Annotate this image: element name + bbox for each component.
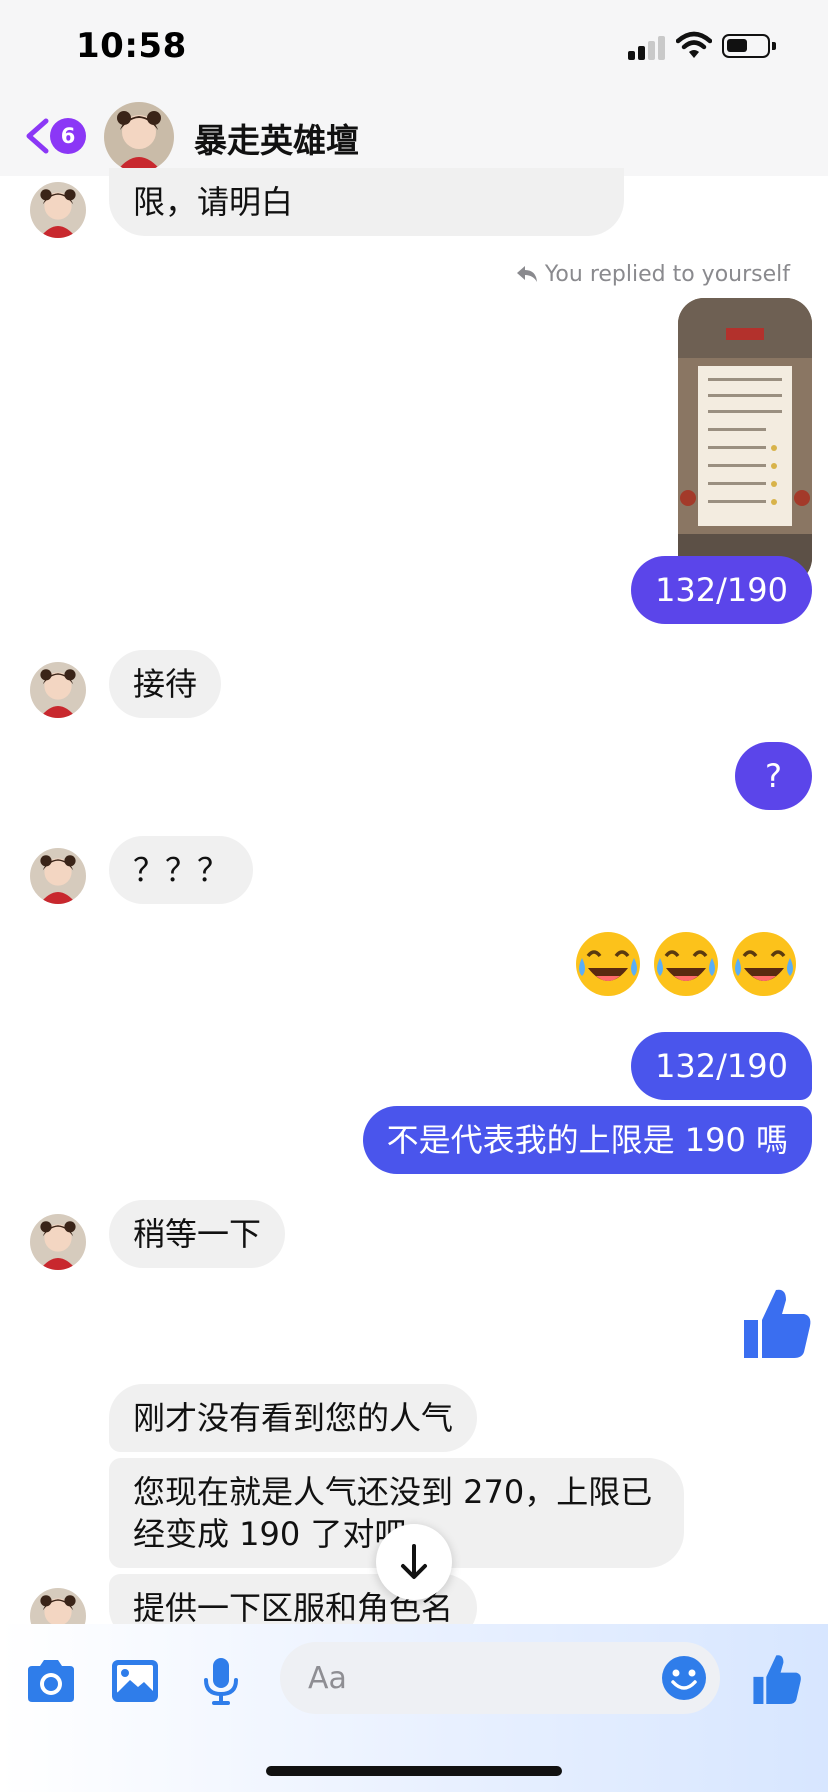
message-text: ？？？ [133,851,230,889]
battery-icon [722,34,776,58]
avatar [30,662,86,718]
laughing-crying-emoji-icon [654,932,718,996]
reply-indicator: You replied to yourself [515,262,790,287]
incoming-message[interactable]: 稍等一下 [109,1200,286,1268]
incoming-message[interactable]: ？？？ [109,836,254,904]
thumbs-up-icon[interactable] [752,1650,802,1708]
laughing-crying-emoji-icon [732,932,796,996]
microphone-icon[interactable] [194,1654,248,1708]
camera-icon[interactable] [24,1654,78,1708]
message-input-field[interactable] [280,1642,720,1714]
status-time: 10:58 [76,26,187,66]
cellular-signal-icon [628,34,668,60]
shared-screenshot-image[interactable] [678,298,812,584]
incoming-message[interactable]: 刚才没有看到您的人气 [109,1384,478,1452]
message-text: 不是代表我的上限是 190 嗎 [386,1121,788,1159]
chat-header: 6 暴走英雄壇 [0,96,828,176]
contact-avatar[interactable] [104,102,174,172]
chevron-left-icon [26,118,49,154]
outgoing-message[interactable]: 132/190 [631,1032,812,1100]
outgoing-message[interactable]: ? [735,742,812,810]
image-icon[interactable] [108,1654,162,1708]
message-text: 稍等一下 [133,1215,262,1253]
status-bar: 10:58 [0,0,828,96]
incoming-message[interactable]: 接待 [109,650,222,718]
unread-count-badge: 6 [50,118,86,154]
arrow-down-icon [401,1544,427,1579]
message-text-line: 您现在就是人气还没到 270，上限已 [133,1473,653,1511]
smiley-icon[interactable] [660,1654,708,1702]
message-composer [0,1624,828,1792]
thumbs-up-message-icon[interactable] [742,1286,812,1360]
message-text: 132/190 [655,571,788,609]
outgoing-message[interactable]: 不是代表我的上限是 190 嗎 [362,1106,812,1174]
avatar [30,182,86,238]
avatar [30,848,86,904]
message-text: 刚才没有看到您的人气 [133,1399,454,1437]
outgoing-message[interactable]: 132/190 [631,556,812,624]
message-text: 接待 [133,665,198,703]
home-indicator [266,1766,562,1776]
back-button[interactable]: 6 [22,108,90,164]
emoji-message[interactable] [574,930,804,1004]
message-input[interactable] [308,1656,608,1700]
conversation-title[interactable]: 暴走英雄壇 [194,114,359,162]
reply-arrow-icon [516,266,537,282]
message-text: 限，请明白 [133,183,294,221]
scroll-to-bottom-button[interactable] [376,1524,452,1600]
incoming-message[interactable]: 限，请明白 [109,168,624,236]
avatar [30,1214,86,1270]
wifi-icon [676,31,712,58]
reply-note-text: You replied to yourself [544,262,790,287]
message-text: 132/190 [655,1047,788,1085]
message-text: ? [765,757,782,795]
laughing-crying-emoji-icon [576,932,640,996]
